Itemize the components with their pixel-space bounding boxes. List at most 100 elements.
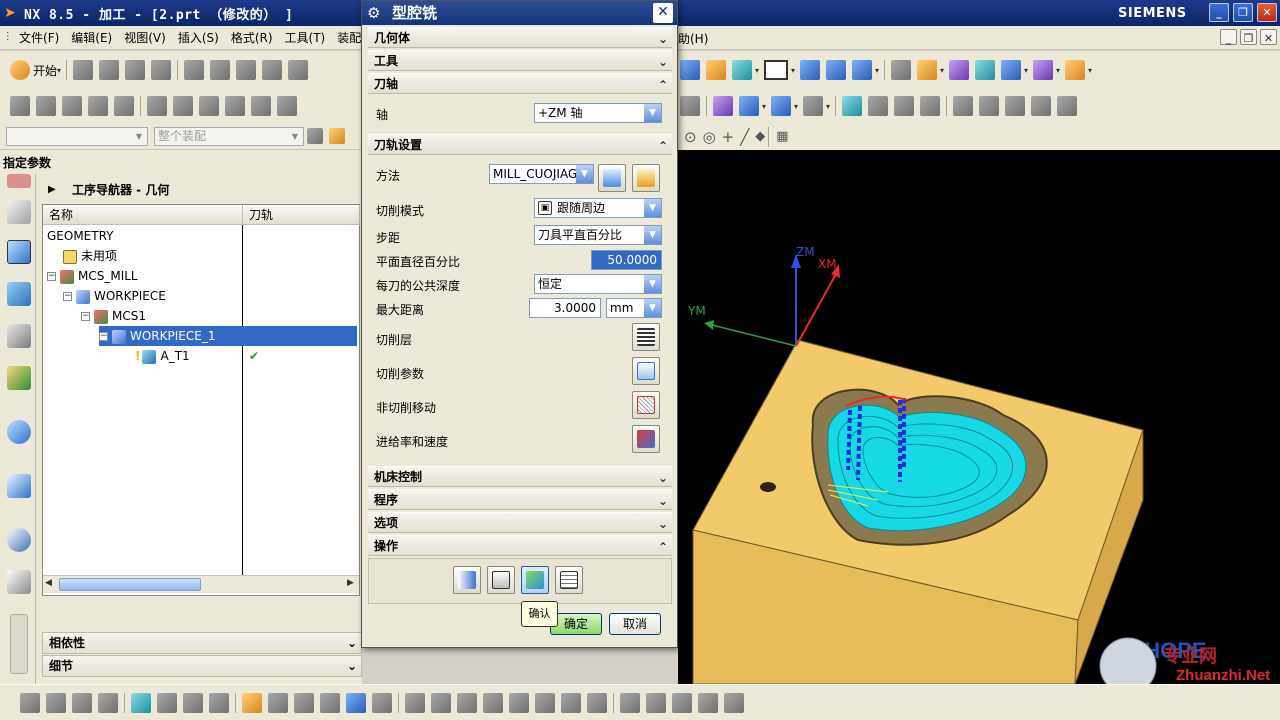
menu-file[interactable]: 文件(F) xyxy=(13,29,65,46)
collapse-icon[interactable]: ▶ xyxy=(48,184,56,195)
doc-minimize-button[interactable]: _ xyxy=(1220,29,1237,45)
chevron-down-icon[interactable]: ⌄ xyxy=(658,491,668,511)
orient-view-icon[interactable] xyxy=(800,60,820,80)
display-icon-7[interactable] xyxy=(868,96,888,116)
save-icon[interactable] xyxy=(125,60,146,80)
collapse-toggle-icon[interactable]: − xyxy=(81,312,90,321)
edit-method-button[interactable] xyxy=(598,164,626,192)
cut-pattern-dropdown[interactable]: ▣ 跟随周边 ▼ xyxy=(534,198,662,218)
section-machine-control[interactable]: 机床控制 ⌄ xyxy=(368,466,672,487)
tree-item-mcs-mill[interactable]: − MCS_MILL xyxy=(47,266,138,286)
view-icon-3[interactable] xyxy=(732,60,752,80)
create-geometry-icon[interactable] xyxy=(62,96,82,116)
section-actions[interactable]: 操作 ⌃ xyxy=(368,535,672,556)
display-icon-4[interactable] xyxy=(771,96,791,116)
view-icon-2[interactable] xyxy=(706,60,726,80)
menu-view[interactable]: 视图(V) xyxy=(118,29,172,46)
unit-dropdown[interactable]: mm ▼ xyxy=(606,298,662,318)
bottom-icon-20[interactable] xyxy=(535,692,555,713)
role-icon[interactable] xyxy=(7,366,31,390)
wcs-icon[interactable] xyxy=(917,60,937,80)
section-path-settings[interactable]: 刀轨设置 ⌃ xyxy=(368,134,672,155)
collapse-toggle-icon[interactable]: − xyxy=(63,292,72,301)
section-tool[interactable]: 工具 ⌄ xyxy=(368,50,672,71)
display-icon-14[interactable] xyxy=(1057,96,1077,116)
bottom-icon-22[interactable] xyxy=(587,692,607,713)
nx-menu-icon[interactable]: ⫶ xyxy=(6,30,9,45)
bottom-icon-19[interactable] xyxy=(509,692,529,713)
tree-item-workpiece-1[interactable]: − WORKPIECE_1 xyxy=(99,326,357,346)
tree-item-mcs1[interactable]: − MCS1 xyxy=(81,306,146,326)
web-browser-icon[interactable] xyxy=(7,420,31,444)
scroll-right-icon[interactable]: ▶ xyxy=(347,578,354,588)
section-program[interactable]: 程序 ⌄ xyxy=(368,489,672,510)
copy-icon[interactable] xyxy=(210,60,231,80)
max-distance-input[interactable]: 3.0000 xyxy=(529,298,601,318)
assembly-navigator-icon[interactable] xyxy=(7,200,31,224)
operation-navigator-icon[interactable] xyxy=(7,240,31,264)
rendering-style-icon[interactable] xyxy=(764,60,788,80)
feeds-speeds-button[interactable] xyxy=(632,425,660,453)
bottom-icon-7[interactable] xyxy=(183,692,203,713)
bottom-icon-12[interactable] xyxy=(320,692,340,713)
assembly-filter-dropdown[interactable]: 整个装配 ▼ xyxy=(154,126,304,146)
bottom-icon-13[interactable] xyxy=(346,692,366,713)
section-icon[interactable] xyxy=(1001,60,1021,80)
zoom-icon[interactable] xyxy=(852,60,872,80)
dialog-title-bar[interactable]: ⚙ 型腔铣 ✕ xyxy=(362,1,677,25)
details-section[interactable]: 细节 ⌄ xyxy=(42,655,362,677)
create-tool-icon[interactable] xyxy=(36,96,56,116)
replay-toolpath-icon[interactable] xyxy=(173,96,193,116)
verify-toolpath-icon[interactable] xyxy=(199,96,219,116)
menu-format[interactable]: 格式(R) xyxy=(225,29,279,46)
bottom-icon-25[interactable] xyxy=(672,692,692,713)
replay-button[interactable] xyxy=(487,566,515,594)
display-icon-10[interactable] xyxy=(953,96,973,116)
cancel-button[interactable]: 取消 xyxy=(609,613,661,635)
column-header-name[interactable]: 名称 xyxy=(43,205,243,225)
display-icon-3[interactable] xyxy=(739,96,759,116)
create-program-icon[interactable] xyxy=(10,96,30,116)
flat-percent-input[interactable]: 50.0000 xyxy=(591,250,662,270)
new-file-icon[interactable] xyxy=(73,60,94,80)
section-tool-axis[interactable]: 刀轴 ⌃ xyxy=(368,73,672,94)
dialog-close-button[interactable]: ✕ xyxy=(653,3,673,23)
bottom-icon-4[interactable] xyxy=(98,692,118,713)
chevron-up-icon[interactable]: ⌃ xyxy=(658,75,668,95)
scroll-left-icon[interactable]: ◀ xyxy=(45,578,52,588)
bottom-icon-14[interactable] xyxy=(372,692,392,713)
verify-button[interactable] xyxy=(521,566,549,594)
gear-icon[interactable]: ⚙ xyxy=(367,4,380,22)
history-icon[interactable] xyxy=(7,474,31,498)
section-options[interactable]: 选项 ⌄ xyxy=(368,512,672,533)
doc-close-button[interactable]: ✕ xyxy=(1260,29,1277,45)
display-icon-1[interactable] xyxy=(680,96,700,116)
type-filter-dropdown[interactable]: ▼ xyxy=(6,126,148,146)
measure-icon[interactable] xyxy=(1033,60,1053,80)
postprocess-icon[interactable] xyxy=(277,96,297,116)
chevron-down-icon[interactable]: ⌄ xyxy=(658,29,668,49)
menu-tools[interactable]: 工具(T) xyxy=(279,29,332,46)
create-method-icon[interactable] xyxy=(88,96,108,116)
chevron-up-icon[interactable]: ⌃ xyxy=(658,537,668,557)
snap-point-icon[interactable]: + xyxy=(722,128,735,146)
dependencies-section[interactable]: 相依性 ⌄ xyxy=(42,632,362,654)
start-icon[interactable] xyxy=(10,60,30,80)
close-window-button[interactable]: ✕ xyxy=(1257,3,1277,22)
display-icon-11[interactable] xyxy=(979,96,999,116)
stepover-dropdown[interactable]: 刀具平直百分比 ▼ xyxy=(534,225,662,245)
cut-icon[interactable] xyxy=(184,60,205,80)
reuse-library-icon[interactable] xyxy=(7,324,31,348)
list-toolpath-icon[interactable] xyxy=(225,96,245,116)
layer-icon[interactable] xyxy=(891,60,911,80)
distance-icon[interactable] xyxy=(1065,60,1085,80)
display-icon-9[interactable] xyxy=(920,96,940,116)
tree-item-a-t1[interactable]: ! A_T1 xyxy=(135,346,190,366)
resource-scroll[interactable] xyxy=(10,614,28,674)
chevron-down-icon[interactable]: ⌄ xyxy=(658,52,668,72)
menu-help[interactable]: 助(H) xyxy=(672,30,714,47)
snap-face-icon[interactable]: ◆ xyxy=(755,129,765,144)
open-file-icon[interactable] xyxy=(99,60,120,80)
bottom-icon-27[interactable] xyxy=(724,692,744,713)
scroll-thumb[interactable] xyxy=(59,578,201,591)
